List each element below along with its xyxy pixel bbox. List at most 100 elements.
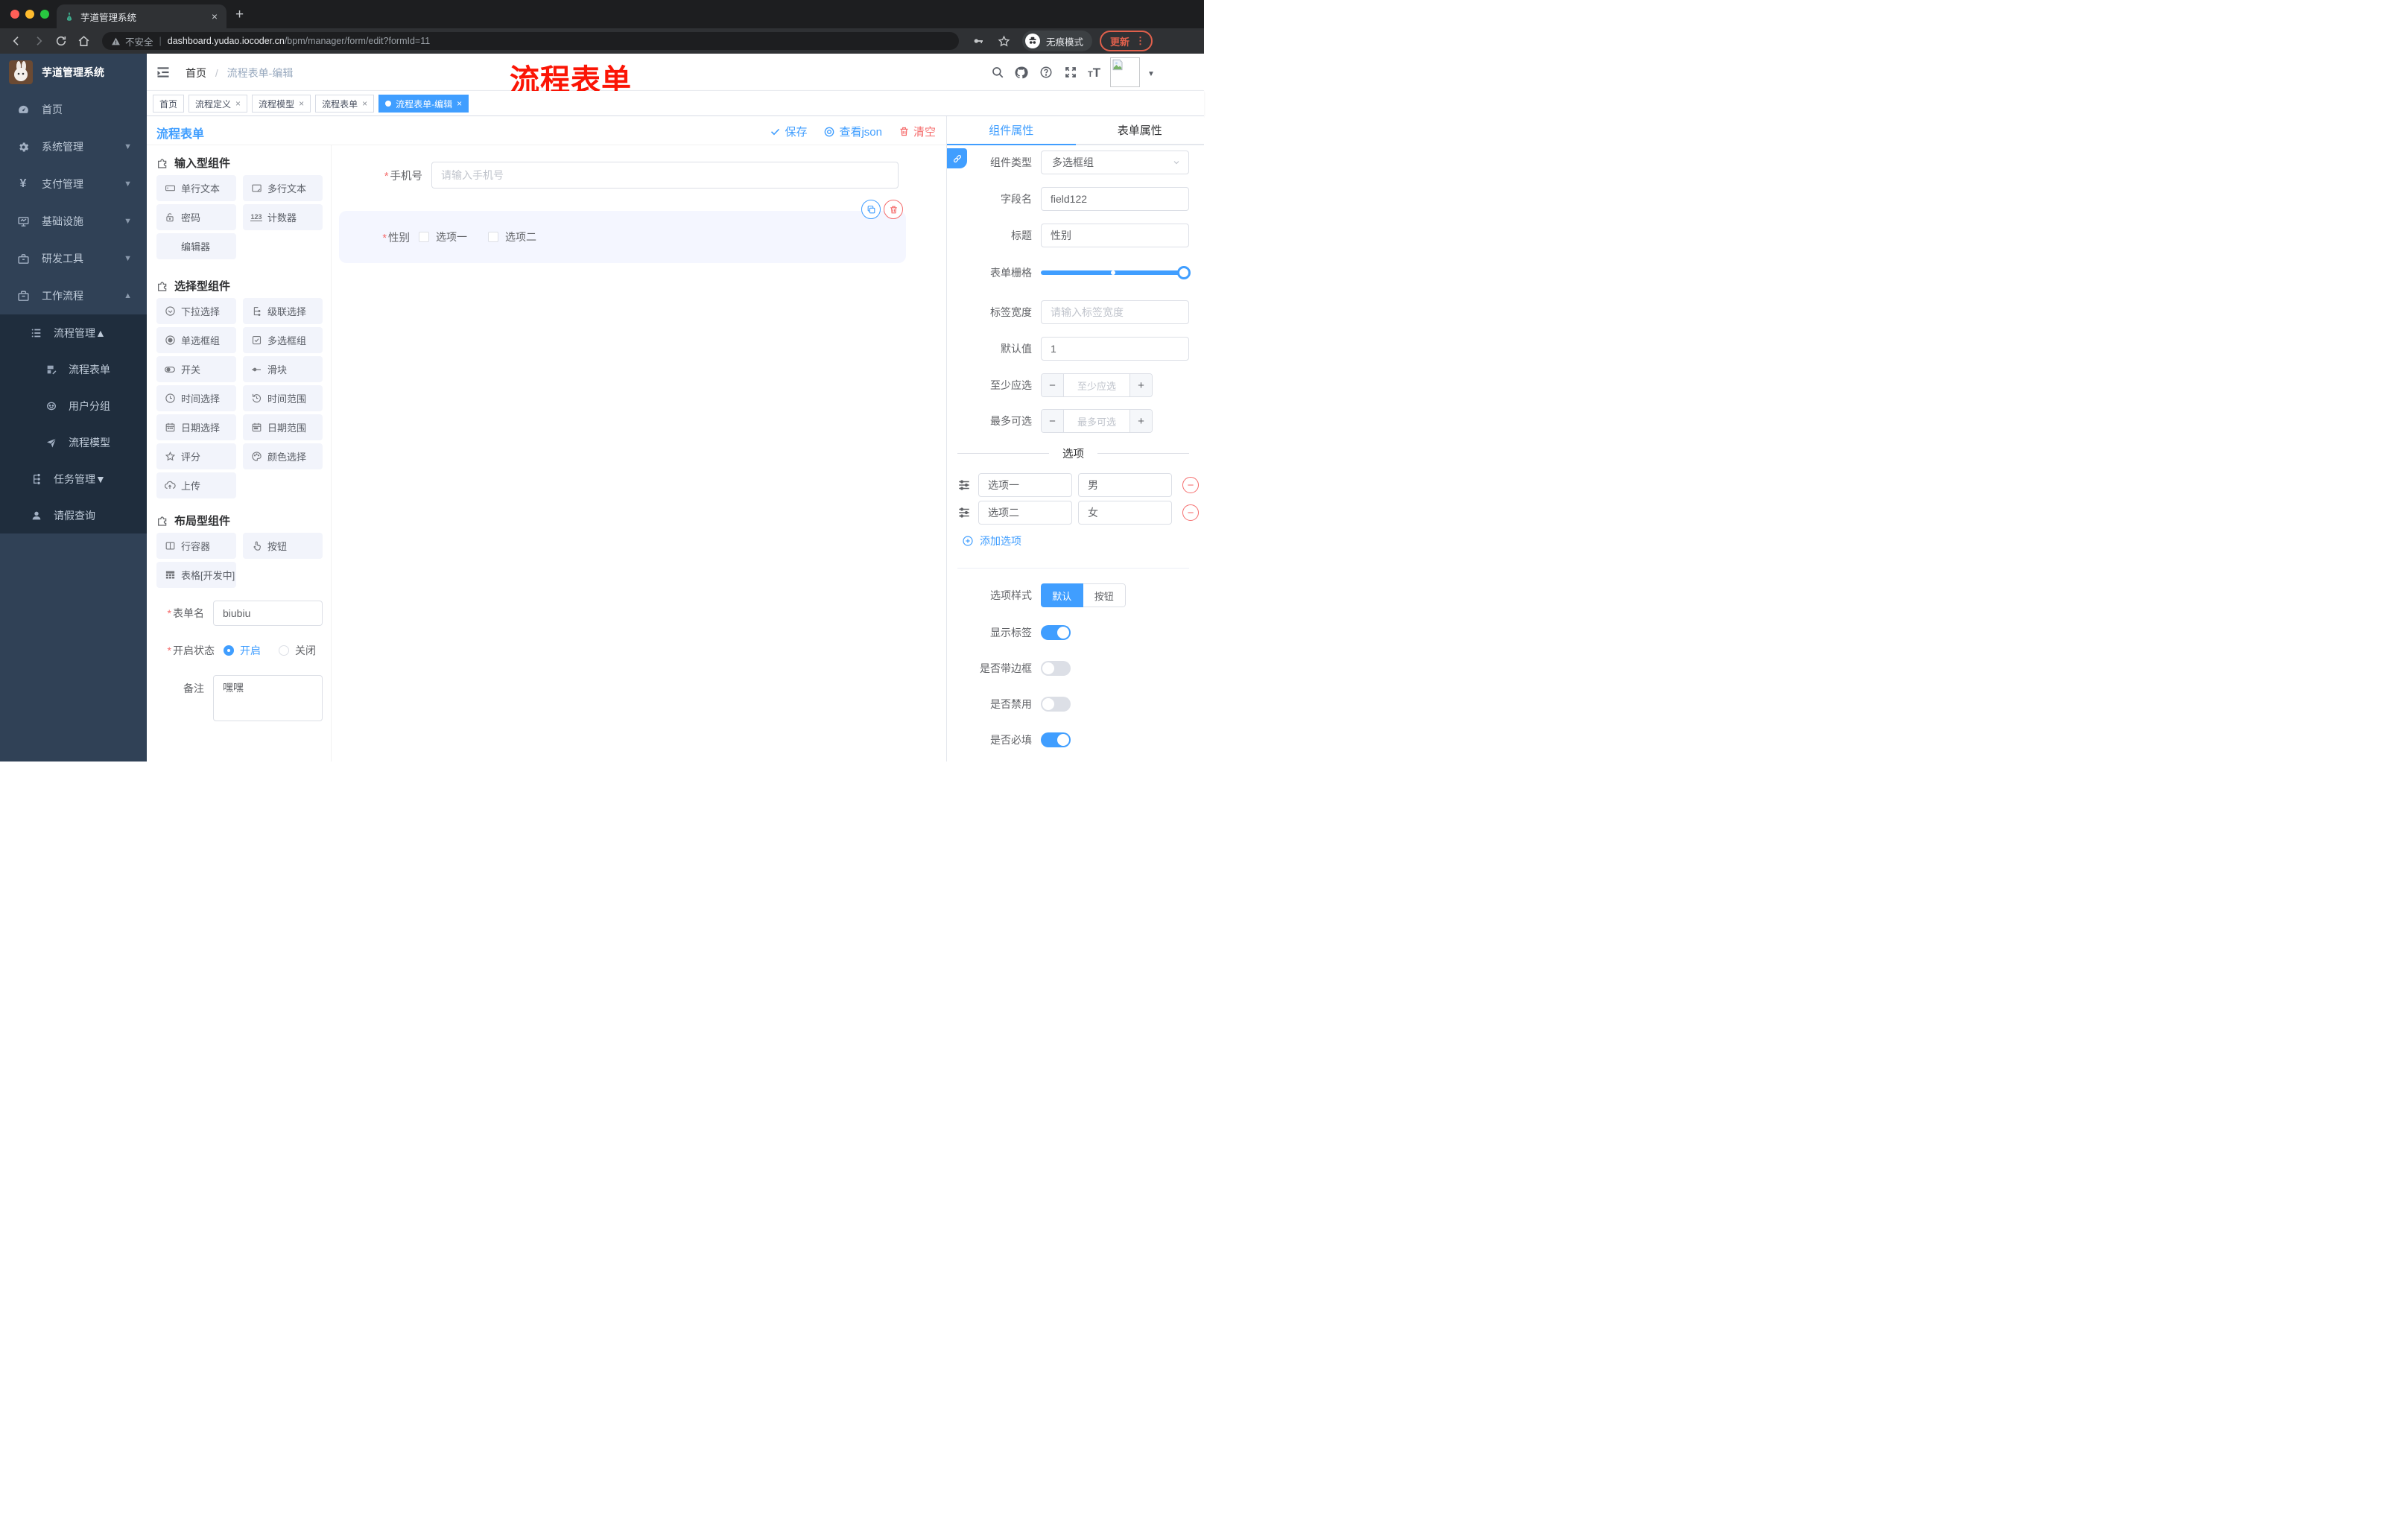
show-label-toggle[interactable] <box>1041 625 1071 640</box>
back-icon[interactable] <box>10 35 22 47</box>
palette-item-checkbox-group[interactable]: 多选框组 <box>243 327 323 353</box>
palette-item-date-range[interactable]: 日期范围 <box>243 414 323 440</box>
min-select-stepper[interactable]: − 至少应选 + <box>1041 373 1153 397</box>
close-icon[interactable]: × <box>362 98 367 109</box>
palette-item-switch[interactable]: 开关 <box>156 356 236 382</box>
palette-item-date-picker[interactable]: 日期选择 <box>156 414 236 440</box>
sidebar-item-leave-query[interactable]: 请假查询 <box>0 497 147 533</box>
option-label-input[interactable] <box>978 501 1072 525</box>
address-bar[interactable]: 不安全 | dashboard.yudao.iocoder.cn/bpm/man… <box>102 32 959 50</box>
palette-item-cascader[interactable]: 级联选择 <box>243 298 323 324</box>
palette-item-row-container[interactable]: 行容器 <box>156 533 236 559</box>
palette-item-time-picker[interactable]: 时间选择 <box>156 385 236 411</box>
palette-item-select[interactable]: 下拉选择 <box>156 298 236 324</box>
default-value-input[interactable] <box>1041 337 1189 361</box>
field-name-input[interactable] <box>1041 187 1189 211</box>
remove-option-button[interactable]: − <box>1182 504 1199 521</box>
form-name-input[interactable] <box>213 601 323 626</box>
palette-item-slider[interactable]: 滑块 <box>243 356 323 382</box>
option-value-input[interactable] <box>1078 473 1172 497</box>
browser-tab[interactable]: 芋道管理系统 × <box>57 4 226 28</box>
title-input[interactable] <box>1041 224 1189 247</box>
sidebar-item-process-form[interactable]: 流程表单 <box>0 351 147 387</box>
palette-item-time-range[interactable]: 时间范围 <box>243 385 323 411</box>
minus-icon[interactable]: − <box>1042 374 1064 396</box>
palette-item-radio-group[interactable]: 单选框组 <box>156 327 236 353</box>
palette-item-rate[interactable]: 评分 <box>156 443 236 469</box>
sidebar-item-process-mgmt[interactable]: 流程管理 ▲ <box>0 314 147 351</box>
max-select-stepper[interactable]: − 最多可选 + <box>1041 409 1153 433</box>
update-button[interactable]: 更新 ⋮ <box>1100 31 1153 51</box>
search-icon[interactable] <box>991 66 1004 79</box>
field-phone[interactable]: * 手机号 <box>339 162 899 189</box>
breadcrumb-home[interactable]: 首页 <box>186 67 206 79</box>
github-icon[interactable] <box>1014 66 1028 80</box>
sidebar-item-home[interactable]: 首页 <box>0 91 147 128</box>
link-icon[interactable] <box>947 148 967 168</box>
option-value-input[interactable] <box>1078 501 1172 525</box>
status-radio-off[interactable]: 关闭 <box>279 643 316 658</box>
field-gender-selected[interactable]: * 性别 选项一 选项二 <box>339 200 906 263</box>
label-width-input[interactable] <box>1041 300 1189 324</box>
remove-option-button[interactable]: − <box>1182 477 1199 493</box>
style-default-button[interactable]: 默认 <box>1041 583 1083 607</box>
sidebar-item-dev-tools[interactable]: 研发工具 ▼ <box>0 240 147 277</box>
palette-item-upload[interactable]: 上传 <box>156 472 236 498</box>
plus-icon[interactable]: + <box>1129 410 1152 432</box>
bookmark-star-icon[interactable] <box>998 34 1010 48</box>
view-json-button[interactable]: 查看json <box>823 124 882 139</box>
palette-item-editor[interactable]: 编辑器 <box>156 233 236 259</box>
style-button-button[interactable]: 按钮 <box>1083 583 1126 607</box>
palette-item-button[interactable]: 按钮 <box>243 533 323 559</box>
add-option-button[interactable]: 添加选项 <box>962 533 1189 548</box>
tag-process-model[interactable]: 流程模型 × <box>252 95 311 113</box>
close-window-button[interactable] <box>10 10 19 19</box>
option-label-input[interactable] <box>978 473 1072 497</box>
palette-item-color-picker[interactable]: 颜色选择 <box>243 443 323 469</box>
slider-handle[interactable] <box>1177 266 1191 279</box>
gender-option-2[interactable]: 选项二 <box>488 229 536 244</box>
tag-process-definition[interactable]: 流程定义 × <box>188 95 248 113</box>
gender-option-1[interactable]: 选项一 <box>419 229 467 244</box>
tab-component-props[interactable]: 组件属性 <box>947 116 1076 145</box>
palette-item-password[interactable]: 密码 <box>156 204 236 230</box>
tag-home[interactable]: 首页 <box>153 95 185 113</box>
password-key-icon[interactable] <box>972 35 984 47</box>
window-controls[interactable] <box>10 10 49 19</box>
user-avatar[interactable] <box>1110 57 1140 87</box>
palette-item-counter[interactable]: 123 计数器 <box>243 204 323 230</box>
sidebar-item-payment-mgmt[interactable]: ¥ 支付管理 ▼ <box>0 165 147 203</box>
drag-handle-icon[interactable] <box>957 478 971 492</box>
avatar-caret-icon[interactable]: ▼ <box>1147 70 1155 78</box>
drag-handle-icon[interactable] <box>957 506 971 519</box>
minimize-window-button[interactable] <box>25 10 34 19</box>
sidebar-item-workflow[interactable]: 工作流程 ▲ <box>0 277 147 314</box>
maximize-window-button[interactable] <box>40 10 49 19</box>
sidebar-item-system-mgmt[interactable]: 系统管理 ▼ <box>0 128 147 165</box>
sidebar-item-infrastructure[interactable]: 基础设施 ▼ <box>0 203 147 240</box>
fullscreen-icon[interactable] <box>1064 66 1077 79</box>
save-button[interactable]: 保存 <box>770 124 807 139</box>
help-question-icon[interactable] <box>1039 66 1053 79</box>
tag-process-form[interactable]: 流程表单 × <box>315 95 375 113</box>
form-remark-textarea[interactable]: 嘿嘿 <box>213 675 323 721</box>
new-tab-button[interactable]: + <box>235 7 244 23</box>
grid-slider[interactable] <box>1041 261 1191 285</box>
browser-menu-icon[interactable]: ⋮ <box>1135 35 1145 47</box>
duplicate-component-button[interactable] <box>861 200 881 219</box>
collapse-sidebar-icon[interactable] <box>156 65 171 80</box>
plus-icon[interactable]: + <box>1129 374 1152 396</box>
field-phone-input[interactable] <box>431 162 899 189</box>
home-icon[interactable] <box>77 35 90 48</box>
form-canvas[interactable]: *手机号 *性别 选项一 选项二 <box>332 145 946 762</box>
forward-icon[interactable] <box>33 35 45 47</box>
close-icon[interactable]: × <box>457 98 462 109</box>
close-icon[interactable]: × <box>235 98 241 109</box>
minus-icon[interactable]: − <box>1042 410 1064 432</box>
tag-process-form-edit[interactable]: 流程表单-编辑 × <box>378 95 469 113</box>
close-icon[interactable]: × <box>299 98 304 109</box>
palette-item-multi-line-text[interactable]: 多行文本 <box>243 175 323 201</box>
checkbox-icon[interactable] <box>419 232 429 242</box>
font-size-icon[interactable]: TT <box>1088 66 1100 80</box>
component-type-select[interactable]: 多选框组 <box>1041 151 1189 174</box>
